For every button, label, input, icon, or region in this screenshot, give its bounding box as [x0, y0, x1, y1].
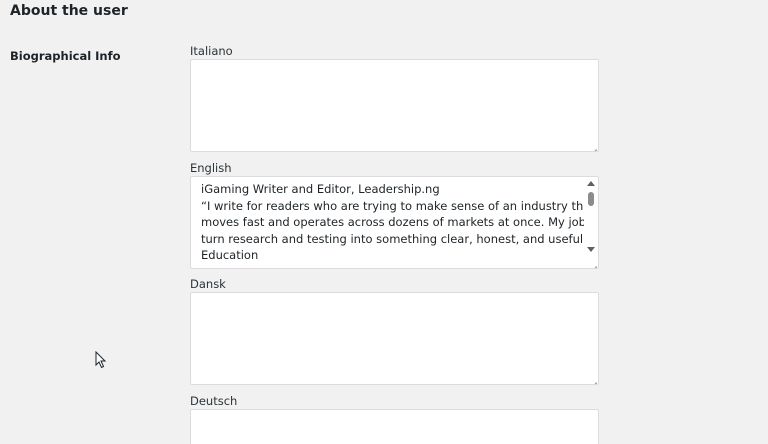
bio-textarea-deutsch[interactable] — [190, 409, 599, 444]
resize-handle-icon[interactable] — [589, 142, 597, 150]
language-label-english: English — [190, 161, 232, 175]
bio-line: “I write for readers who are trying to m… — [201, 198, 595, 213]
scroll-up-icon[interactable] — [587, 181, 595, 186]
bio-textarea-english[interactable]: iGaming Writer and Editor, Leadership.ng… — [190, 176, 599, 269]
biographical-info-label: Biographical Info — [10, 49, 121, 63]
bio-textarea-italiano[interactable] — [190, 59, 599, 152]
scroll-thumb[interactable] — [588, 192, 594, 206]
bio-line: iGaming Writer and Editor, Leadership.ng — [201, 182, 440, 196]
resize-handle-icon[interactable] — [589, 259, 597, 267]
profile-about-section: About the user Biographical Info Italian… — [0, 0, 768, 444]
bio-line: turn research and testing into something… — [201, 231, 593, 246]
textarea-scrollbar[interactable] — [584, 177, 598, 268]
resize-handle-icon[interactable] — [589, 375, 597, 383]
language-label-italiano: Italiano — [190, 44, 233, 58]
section-title: About the user — [10, 3, 128, 19]
scroll-down-icon[interactable] — [587, 247, 595, 252]
language-label-dansk: Dansk — [190, 277, 226, 291]
language-label-deutsch: Deutsch — [190, 394, 238, 408]
mouse-pointer-icon — [95, 351, 107, 369]
bio-textarea-dansk[interactable] — [190, 292, 599, 385]
bio-line: Education — [201, 248, 259, 263]
bio-line: moves fast and operates across dozens of… — [201, 215, 599, 230]
bio-text-english: iGaming Writer and Editor, Leadership.ng… — [201, 181, 599, 264]
